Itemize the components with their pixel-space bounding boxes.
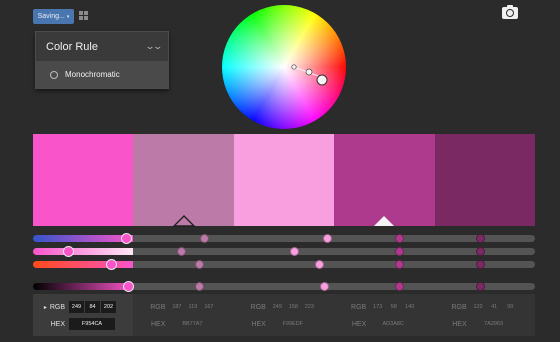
rgb-label: RGB <box>451 303 467 311</box>
swatch-2[interactable] <box>133 134 234 227</box>
base-color-triangle-icon <box>374 216 395 226</box>
hex-field[interactable]: BB77A7 <box>169 318 215 330</box>
slider-gradient-track[interactable] <box>33 235 133 242</box>
swatch-3[interactable] <box>233 134 335 226</box>
swatch-marker-outline-icon <box>172 215 195 227</box>
hex-field[interactable]: 7A2963 <box>471 318 517 330</box>
slider-track[interactable] <box>133 261 535 268</box>
slider-track[interactable] <box>133 235 535 242</box>
camera-icon[interactable] <box>502 5 518 19</box>
b-field[interactable]: 99 <box>503 301 518 313</box>
color-slider[interactable] <box>33 233 535 244</box>
color-slider[interactable] <box>33 246 535 257</box>
color-rule-panel: Color Rule ⌄⌄ Monochromatic <box>35 31 169 89</box>
swatch-4[interactable] <box>334 134 435 226</box>
color-rule-title: Color Rule <box>46 40 98 53</box>
slider-knob[interactable] <box>194 260 204 269</box>
slider-knob[interactable] <box>315 260 325 269</box>
hex-label: HEX <box>251 320 266 328</box>
r-field[interactable]: 122 <box>471 301 486 313</box>
hex-field[interactable]: F954CA <box>69 318 115 330</box>
g-field[interactable]: 84 <box>85 301 100 313</box>
slider-gradient-track[interactable] <box>33 248 133 255</box>
slider-knob[interactable] <box>120 233 132 244</box>
hex-field[interactable]: F99EDF <box>270 318 316 330</box>
grid-view-icon[interactable] <box>79 11 88 20</box>
rgb-label: RGB <box>351 303 367 311</box>
swatch-5[interactable] <box>434 134 536 226</box>
color-rule-header[interactable]: Color Rule ⌄⌄ <box>36 32 168 61</box>
rgb-label: RGB <box>150 303 166 311</box>
g-field[interactable]: 58 <box>386 301 401 313</box>
r-field[interactable]: 187 <box>169 301 184 313</box>
hex-field[interactable]: AD3A8C <box>370 318 416 330</box>
hex-label: HEX <box>452 320 467 328</box>
slider-knob[interactable] <box>395 234 405 243</box>
b-field[interactable]: 223 <box>302 301 317 313</box>
slider-knob[interactable] <box>123 281 135 292</box>
slider-knob[interactable] <box>290 247 300 256</box>
color-wheel[interactable] <box>222 5 346 129</box>
slider-gradient-track[interactable] <box>33 261 133 268</box>
saving-button[interactable]: Saving... ▾ <box>33 9 74 24</box>
slider-knob[interactable] <box>194 282 204 291</box>
rgb-label: RGB <box>250 303 266 311</box>
r-field[interactable]: 249 <box>69 301 84 313</box>
slider-knob[interactable] <box>105 259 117 270</box>
rgb-label: ▸ RGB <box>43 303 65 311</box>
hex-label: HEX <box>151 320 166 328</box>
color-swatches <box>33 134 536 227</box>
hex-label: HEX <box>50 320 65 328</box>
r-field[interactable]: 173 <box>370 301 385 313</box>
slider-knob[interactable] <box>395 260 405 269</box>
b-field[interactable]: 202 <box>101 301 116 313</box>
values-column-3: RGB 249 158 223 HEX F99EDF <box>234 294 334 336</box>
saving-label: Saving... <box>37 13 65 20</box>
values-column-5: RGB 122 41 99 HEX 7A2963 <box>435 294 535 336</box>
double-chevron-down-icon[interactable]: ⌄⌄ <box>145 41 163 52</box>
slider-knob[interactable] <box>475 260 485 269</box>
slider-knob[interactable] <box>199 234 209 243</box>
values-column-2: RGB 187 119 167 HEX BB77A7 <box>133 294 233 336</box>
slider-knob[interactable] <box>177 247 187 256</box>
values-column-4: RGB 173 58 140 HEX AD3A8C <box>334 294 434 336</box>
wheel-handle-small[interactable] <box>291 64 297 70</box>
radio-icon[interactable] <box>50 70 58 79</box>
dropdown-arrow-icon: ▾ <box>66 13 70 20</box>
slider-knob[interactable] <box>475 282 485 291</box>
caret-right-icon: ▸ <box>43 304 47 311</box>
slider-knob[interactable] <box>395 282 405 291</box>
b-field[interactable]: 140 <box>402 301 417 313</box>
g-field[interactable]: 41 <box>487 301 502 313</box>
rule-option-monochromatic[interactable]: Monochromatic <box>36 61 168 88</box>
slider-gradient-track[interactable] <box>33 283 133 290</box>
wheel-handle-base[interactable] <box>316 74 328 86</box>
slider-knob[interactable] <box>322 234 332 243</box>
swatch-1[interactable] <box>33 134 134 226</box>
wheel-handle-small[interactable] <box>305 68 313 76</box>
b-field[interactable]: 167 <box>201 301 216 313</box>
slider-track[interactable] <box>133 248 535 255</box>
r-field[interactable]: 249 <box>270 301 285 313</box>
color-values-bar: ▸ RGB 249 84 202 HEX F954CA RGB 187 119 1… <box>33 294 535 336</box>
rule-option-label: Monochromatic <box>65 70 120 79</box>
slider-track[interactable] <box>133 283 535 290</box>
slider-knob[interactable] <box>475 247 485 256</box>
g-field[interactable]: 119 <box>185 301 200 313</box>
slider-knob[interactable] <box>320 282 330 291</box>
slider-knob[interactable] <box>63 246 75 257</box>
slider-knob[interactable] <box>475 234 485 243</box>
g-field[interactable]: 158 <box>286 301 301 313</box>
values-column-1: ▸ RGB 249 84 202 HEX F954CA <box>33 294 134 336</box>
slider-knob[interactable] <box>395 247 405 256</box>
color-slider[interactable] <box>33 259 535 270</box>
hex-label: HEX <box>351 320 367 328</box>
color-slider[interactable] <box>33 281 535 292</box>
